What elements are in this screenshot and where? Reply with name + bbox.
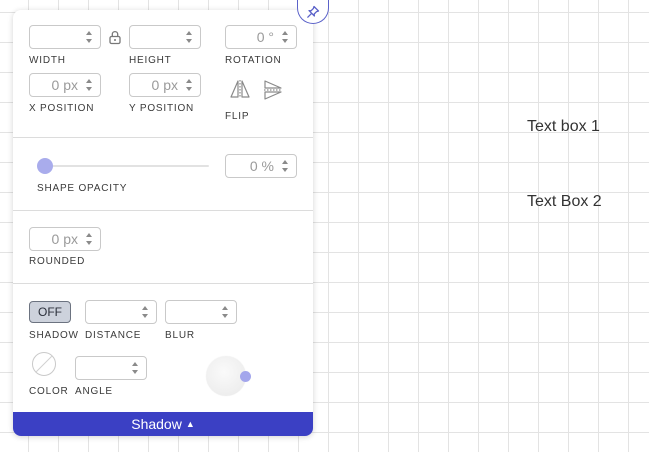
- stepper-arrows-icon[interactable]: [131, 361, 139, 375]
- color-label: COLOR: [29, 386, 69, 397]
- shadow-color-swatch[interactable]: [32, 352, 56, 376]
- blur-label: BLUR: [165, 330, 195, 341]
- y-position-input[interactable]: 0 px: [129, 73, 201, 97]
- no-color-icon: [35, 355, 53, 373]
- section-divider: [13, 210, 313, 211]
- shadow-toggle[interactable]: OFF: [29, 301, 71, 323]
- stepper-arrows-icon[interactable]: [85, 232, 93, 246]
- rounded-label: ROUNDED: [29, 256, 86, 267]
- stepper-arrows-icon[interactable]: [141, 305, 149, 319]
- height-label: HEIGHT: [129, 55, 172, 66]
- x-position-value: 0 px: [51, 77, 78, 93]
- stepper-arrows-icon[interactable]: [185, 30, 193, 44]
- flip-label: FLIP: [225, 111, 250, 122]
- shadow-panel-footer[interactable]: Shadow ▲: [13, 412, 313, 436]
- y-position-value: 0 px: [151, 77, 178, 93]
- flip-vertical-icon[interactable]: [263, 79, 283, 101]
- width-label: WIDTH: [29, 55, 66, 66]
- distance-input[interactable]: [85, 300, 157, 324]
- flip-horizontal-icon[interactable]: [229, 79, 251, 99]
- stepper-arrows-icon[interactable]: [185, 78, 193, 92]
- distance-label: DISTANCE: [85, 330, 142, 341]
- section-divider: [13, 137, 313, 138]
- opacity-input[interactable]: 0 %: [225, 154, 297, 178]
- y-position-label: Y POSITION: [129, 103, 195, 114]
- stepper-arrows-icon[interactable]: [85, 30, 93, 44]
- stepper-arrows-icon[interactable]: [281, 159, 289, 173]
- rotation-value: 0 °: [256, 29, 274, 45]
- height-input[interactable]: [129, 25, 201, 49]
- stepper-arrows-icon[interactable]: [281, 30, 289, 44]
- opacity-value: 0 %: [249, 158, 274, 174]
- canvas-text-box-1[interactable]: Text box 1: [527, 118, 600, 136]
- shadow-label: SHADOW: [29, 330, 79, 341]
- angle-label: ANGLE: [75, 386, 113, 397]
- stepper-arrows-icon[interactable]: [221, 305, 229, 319]
- format-panel: WIDTH HEIGHT 0 ° ROTATION 0 px X POSITIO…: [13, 10, 313, 436]
- opacity-slider-track[interactable]: [43, 165, 209, 167]
- stepper-arrows-icon[interactable]: [85, 78, 93, 92]
- opacity-slider-thumb[interactable]: [37, 158, 53, 174]
- shape-opacity-label: SHAPE OPACITY: [37, 183, 128, 194]
- section-divider: [13, 283, 313, 284]
- blur-input[interactable]: [165, 300, 237, 324]
- rounded-input[interactable]: 0 px: [29, 227, 101, 251]
- lock-icon[interactable]: [108, 30, 122, 45]
- pin-icon: [307, 5, 320, 18]
- canvas-text-box-2[interactable]: Text Box 2: [527, 193, 602, 211]
- x-position-input[interactable]: 0 px: [29, 73, 101, 97]
- x-position-label: X POSITION: [29, 103, 95, 114]
- width-input[interactable]: [29, 25, 101, 49]
- rounded-value: 0 px: [51, 231, 78, 247]
- rotation-label: ROTATION: [225, 55, 282, 66]
- angle-dial-handle[interactable]: [240, 371, 251, 382]
- rotation-input[interactable]: 0 °: [225, 25, 297, 49]
- footer-title: Shadow: [131, 416, 182, 432]
- angle-input[interactable]: [75, 356, 147, 380]
- caret-up-icon: ▲: [185, 419, 195, 429]
